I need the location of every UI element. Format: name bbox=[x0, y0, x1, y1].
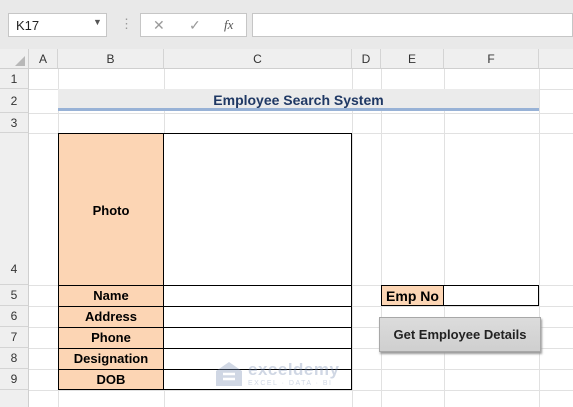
row-header-3[interactable]: 3 bbox=[0, 113, 29, 133]
column-header-b[interactable]: B bbox=[58, 49, 164, 69]
formula-buttons: ✕ ✓ fx bbox=[140, 13, 247, 37]
column-header-e[interactable]: E bbox=[381, 49, 444, 69]
gridline bbox=[381, 69, 382, 407]
phone-cell[interactable] bbox=[163, 327, 352, 349]
designation-label[interactable]: Designation bbox=[58, 348, 164, 370]
exceldemy-logo-icon bbox=[216, 362, 242, 386]
watermark-tagline: EXCEL · DATA · BI bbox=[248, 380, 333, 387]
gridline bbox=[29, 113, 573, 114]
function-icon[interactable]: fx bbox=[224, 17, 233, 33]
emp-no-label[interactable]: Emp No bbox=[381, 285, 444, 306]
address-label[interactable]: Address bbox=[58, 306, 164, 328]
phone-label[interactable]: Phone bbox=[58, 327, 164, 349]
row-header-5[interactable]: 5 bbox=[0, 285, 29, 306]
row-header-9[interactable]: 9 bbox=[0, 369, 29, 390]
close-icon[interactable]: ✕ bbox=[153, 17, 165, 34]
address-cell[interactable] bbox=[163, 306, 352, 328]
column-header-c[interactable]: C bbox=[164, 49, 352, 69]
column-header-blank bbox=[539, 49, 573, 69]
column-header-d[interactable]: D bbox=[352, 49, 381, 69]
chevron-down-icon[interactable]: ▼ bbox=[93, 17, 102, 27]
row-header-8[interactable]: 8 bbox=[0, 348, 29, 369]
select-all-icon bbox=[15, 56, 25, 66]
exceldemy-watermark: exceldemy EXCEL · DATA · BI bbox=[214, 358, 359, 392]
gridline bbox=[444, 69, 445, 407]
gridline bbox=[539, 69, 540, 407]
emp-no-input[interactable] bbox=[443, 285, 539, 306]
gridline bbox=[352, 69, 353, 407]
name-cell[interactable] bbox=[163, 285, 352, 307]
dob-label[interactable]: DOB bbox=[58, 369, 164, 390]
name-label[interactable]: Name bbox=[58, 285, 164, 307]
watermark-name: exceldemy bbox=[248, 360, 340, 379]
photo-cell[interactable] bbox=[163, 133, 352, 286]
formula-input[interactable] bbox=[252, 13, 573, 37]
more-options-icon[interactable]: ⋮ bbox=[120, 16, 133, 32]
row-header-6[interactable]: 6 bbox=[0, 306, 29, 327]
row-header-1[interactable]: 1 bbox=[0, 69, 29, 89]
row-header-7[interactable]: 7 bbox=[0, 327, 29, 348]
row-header-2[interactable]: 2 bbox=[0, 89, 29, 113]
photo-label[interactable]: Photo bbox=[58, 133, 164, 286]
column-header-a[interactable]: A bbox=[29, 49, 58, 69]
row-header-blank bbox=[0, 390, 29, 407]
check-icon[interactable]: ✓ bbox=[189, 17, 201, 34]
sheet-title[interactable]: Employee Search System bbox=[58, 89, 539, 111]
row-header-4[interactable]: 4 bbox=[0, 133, 29, 285]
get-employee-details-button[interactable]: Get Employee Details bbox=[379, 317, 541, 352]
column-header-f[interactable]: F bbox=[444, 49, 539, 69]
